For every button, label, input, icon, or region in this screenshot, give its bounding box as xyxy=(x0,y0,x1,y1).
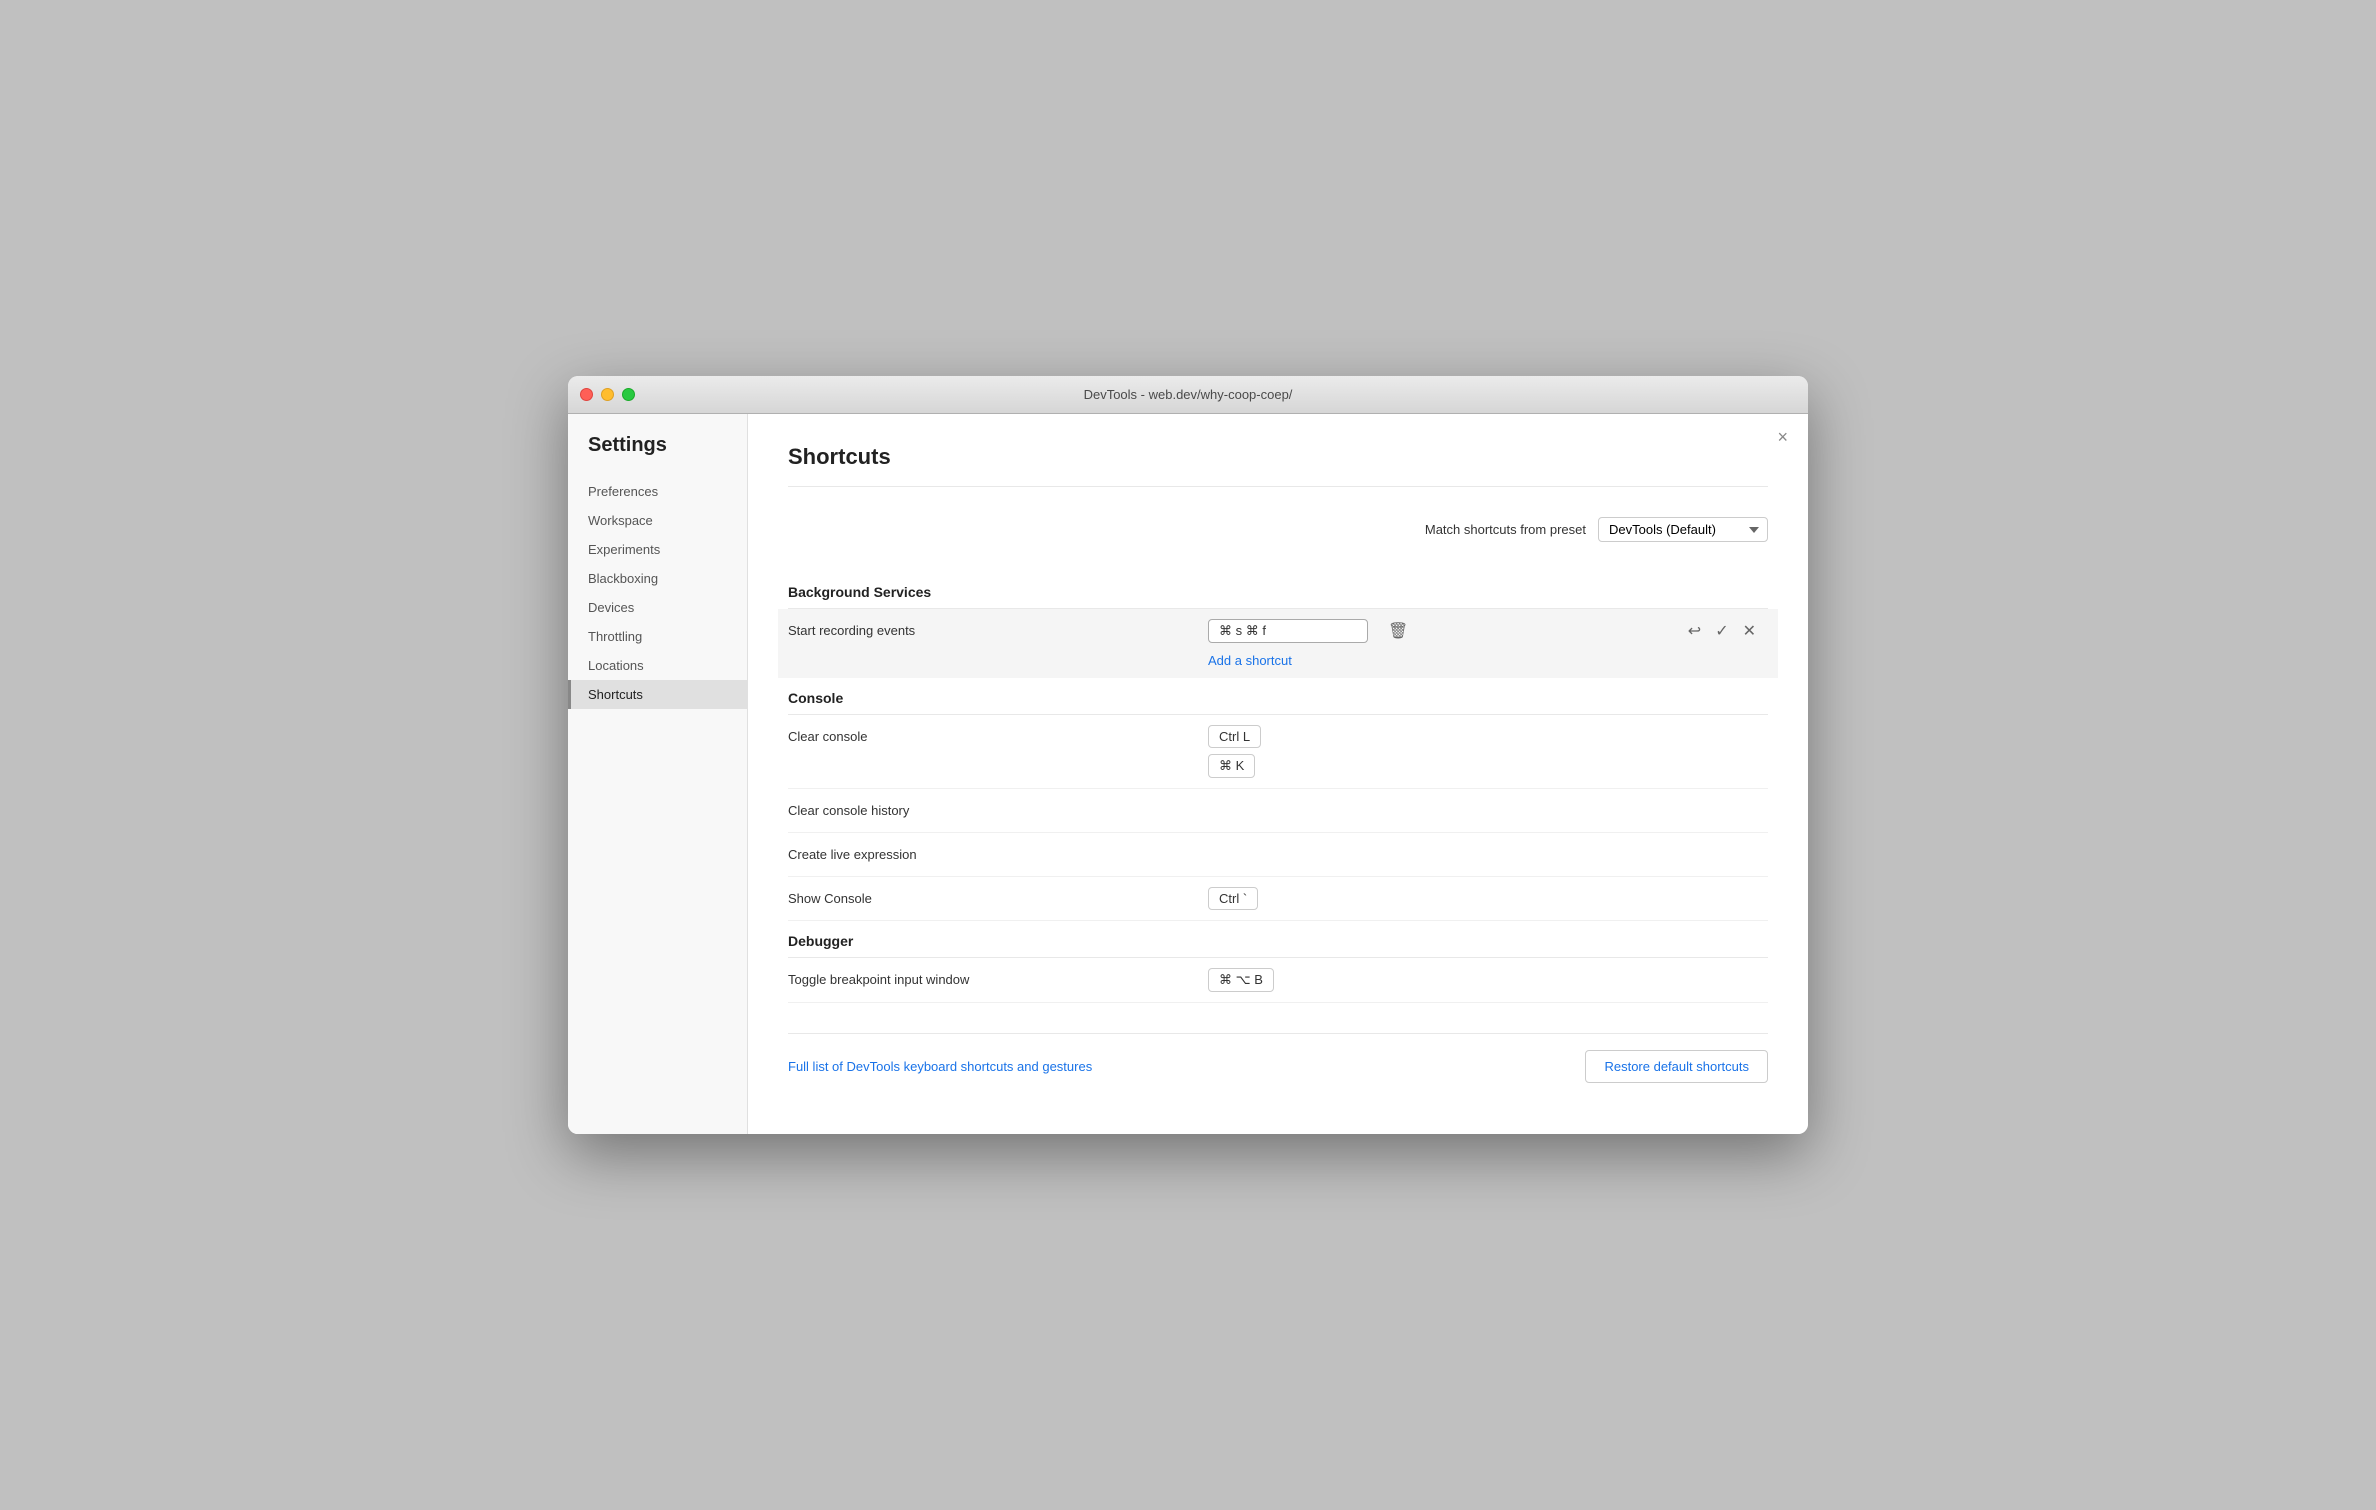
trash-icon: 🗑 xyxy=(1388,623,1408,640)
minimize-traffic-light[interactable] xyxy=(601,388,614,401)
sidebar-item-locations[interactable]: Locations xyxy=(568,651,747,680)
shortcut-row-clear-console: Clear console Ctrl L ⌘ K xyxy=(788,715,1768,789)
shortcut-keys-show-console: Ctrl ` xyxy=(1208,887,1768,910)
shortcut-keys-row-cmd-opt-b: ⌘ ⌥ B xyxy=(1208,968,1768,992)
preset-row: Match shortcuts from preset DevTools (De… xyxy=(788,517,1768,542)
preset-label: Match shortcuts from preset xyxy=(1425,522,1586,537)
page-title: Shortcuts xyxy=(788,444,1768,487)
cancel-edit-button[interactable]: ✕ xyxy=(1741,619,1758,643)
shortcut-row-clear-console-history: Clear console history xyxy=(788,789,1768,833)
section-header-debugger: Debugger xyxy=(788,921,1768,958)
shortcut-name-start-recording: Start recording events xyxy=(788,619,1208,638)
window-title: DevTools - web.dev/why-coop-coep/ xyxy=(1084,387,1293,402)
sidebar-item-blackboxing[interactable]: Blackboxing xyxy=(568,564,747,593)
key-badge-cmd-opt-b: ⌘ ⌥ B xyxy=(1208,968,1274,992)
shortcut-name-toggle-breakpoint: Toggle breakpoint input window xyxy=(788,968,1208,987)
shortcut-row-toggle-breakpoint: Toggle breakpoint input window ⌘ ⌥ B xyxy=(788,958,1768,1003)
shortcut-keys-clear-console: Ctrl L ⌘ K xyxy=(1208,725,1768,778)
edit-actions: ↩ ✓ ✕ xyxy=(1686,619,1768,643)
checkmark-icon: ✓ xyxy=(1715,623,1728,640)
maximize-traffic-light[interactable] xyxy=(622,388,635,401)
shortcut-keys-toggle-breakpoint: ⌘ ⌥ B xyxy=(1208,968,1768,992)
shortcut-row-create-live-expression: Create live expression xyxy=(788,833,1768,877)
shortcut-row-start-recording: Start recording events ⌘ s ⌘ f 🗑 Add a s… xyxy=(778,609,1778,678)
sidebar-heading: Settings xyxy=(568,434,747,477)
key-badge-cmd-k: ⌘ K xyxy=(1208,754,1255,778)
undo-edit-button[interactable]: ↩ xyxy=(1686,619,1703,643)
section-header-background-services: Background Services xyxy=(788,572,1768,609)
close-button[interactable]: × xyxy=(1777,428,1788,446)
devtools-window: DevTools - web.dev/why-coop-coep/ Settin… xyxy=(568,376,1808,1134)
key-badge-ctrl-l: Ctrl L xyxy=(1208,725,1261,748)
main-content: × Shortcuts Match shortcuts from preset … xyxy=(748,414,1808,1134)
shortcut-keys-row-cmd-k: ⌘ K xyxy=(1208,754,1768,778)
section-header-console: Console xyxy=(788,678,1768,715)
key-badge-cmd-s-cmd-f[interactable]: ⌘ s ⌘ f xyxy=(1208,619,1368,643)
shortcut-keys-row-ctrl-backtick: Ctrl ` xyxy=(1208,887,1768,910)
shortcut-keys-start-recording: ⌘ s ⌘ f 🗑 Add a shortcut xyxy=(1208,619,1686,668)
traffic-lights xyxy=(580,388,635,401)
preset-select[interactable]: DevTools (Default) Visual Studio Code xyxy=(1598,517,1768,542)
footer: Full list of DevTools keyboard shortcuts… xyxy=(788,1033,1768,1083)
cancel-icon: ✕ xyxy=(1743,623,1756,640)
titlebar: DevTools - web.dev/why-coop-coep/ xyxy=(568,376,1808,414)
full-list-link[interactable]: Full list of DevTools keyboard shortcuts… xyxy=(788,1059,1092,1074)
restore-default-shortcuts-button[interactable]: Restore default shortcuts xyxy=(1585,1050,1768,1083)
confirm-edit-button[interactable]: ✓ xyxy=(1713,619,1730,643)
undo-icon: ↩ xyxy=(1688,623,1701,640)
shortcut-name-create-live-expression: Create live expression xyxy=(788,843,1208,862)
delete-shortcut-button[interactable]: 🗑 xyxy=(1382,619,1414,643)
sidebar-item-preferences[interactable]: Preferences xyxy=(568,477,747,506)
sidebar: Settings Preferences Workspace Experimen… xyxy=(568,414,748,1134)
shortcut-keys-row-1: ⌘ s ⌘ f 🗑 xyxy=(1208,619,1686,643)
key-badge-ctrl-backtick: Ctrl ` xyxy=(1208,887,1258,910)
shortcut-name-clear-console-history: Clear console history xyxy=(788,799,1208,818)
sidebar-item-throttling[interactable]: Throttling xyxy=(568,622,747,651)
shortcut-name-clear-console: Clear console xyxy=(788,725,1208,744)
sidebar-item-devices[interactable]: Devices xyxy=(568,593,747,622)
sidebar-item-workspace[interactable]: Workspace xyxy=(568,506,747,535)
close-traffic-light[interactable] xyxy=(580,388,593,401)
window-content: Settings Preferences Workspace Experimen… xyxy=(568,414,1808,1134)
add-shortcut-link[interactable]: Add a shortcut xyxy=(1208,653,1686,668)
shortcut-keys-row-ctrl-l: Ctrl L xyxy=(1208,725,1768,748)
shortcut-name-show-console: Show Console xyxy=(788,887,1208,906)
sidebar-item-experiments[interactable]: Experiments xyxy=(568,535,747,564)
shortcut-row-show-console: Show Console Ctrl ` xyxy=(788,877,1768,921)
sidebar-item-shortcuts[interactable]: Shortcuts xyxy=(568,680,747,709)
